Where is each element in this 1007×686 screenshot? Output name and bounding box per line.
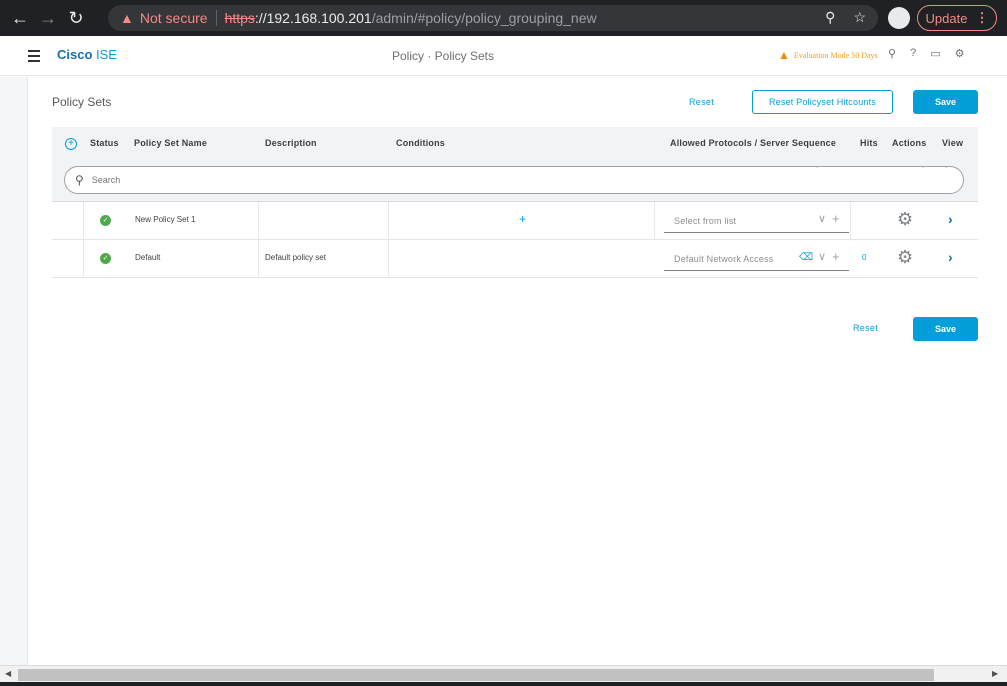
- app-header: Cisco ISE Policy · Policy Sets ▲ Evaluat…: [0, 36, 1007, 76]
- cell-divider: [258, 240, 259, 277]
- col-status[interactable]: Status: [90, 138, 119, 148]
- protocol-select[interactable]: Default Network Access ⌫ ∨ +: [664, 247, 849, 271]
- warning-icon: ▲: [120, 10, 134, 26]
- cell-divider: [388, 240, 389, 277]
- evaluation-label: Evaluation Mode 50 Days: [793, 51, 878, 60]
- save-button-top[interactable]: Save: [913, 90, 978, 114]
- section-title: Policy Sets: [52, 95, 112, 109]
- actions-gear-icon[interactable]: ⚙: [897, 248, 913, 266]
- table-row[interactable]: ✓ Default Default policy set Default Net…: [52, 240, 978, 278]
- kebab-menu-icon: ⋮: [975, 10, 989, 25]
- col-conditions[interactable]: Conditions: [396, 138, 445, 148]
- address-separator: [215, 10, 217, 26]
- protocol-select[interactable]: Select from list ∨ +: [664, 209, 849, 233]
- scrollbar-thumb[interactable]: [18, 669, 934, 681]
- add-protocol-icon[interactable]: +: [832, 249, 840, 264]
- url-path: /admin/#policy/policy_grouping_new: [371, 10, 597, 26]
- policy-sets-table: + Status Policy Set Name Description Con…: [52, 127, 978, 278]
- notifications-icon[interactable]: ▭: [930, 47, 940, 60]
- policy-set-description[interactable]: Default policy set: [265, 253, 326, 262]
- add-condition-icon[interactable]: +: [519, 212, 526, 226]
- policy-set-name[interactable]: Default: [135, 253, 160, 262]
- bookmark-star-icon[interactable]: ☆: [853, 9, 866, 26]
- view-chevron-icon[interactable]: ›: [948, 211, 953, 227]
- settings-gear-icon[interactable]: ⚙: [955, 47, 965, 60]
- help-icon[interactable]: ?: [910, 47, 916, 60]
- table-header: + Status Policy Set Name Description Con…: [52, 127, 978, 160]
- save-button-bottom[interactable]: Save: [913, 317, 978, 341]
- cell-divider: [83, 240, 84, 277]
- cell-divider: [654, 202, 655, 239]
- col-name[interactable]: Policy Set Name: [134, 138, 207, 148]
- reset-hitcounts-button[interactable]: Reset Policyset Hitcounts: [752, 90, 893, 114]
- view-chevron-icon[interactable]: ›: [948, 249, 953, 265]
- search-row: ⚲ ˇ ˇ ˇ: [52, 160, 978, 202]
- cell-divider: [850, 202, 851, 239]
- protocol-select-value: Default Network Access: [674, 253, 774, 264]
- col-view: View: [942, 138, 964, 148]
- not-secure-label[interactable]: Not secure: [140, 10, 208, 26]
- clear-selection-icon[interactable]: ⌫: [799, 252, 813, 263]
- address-bar[interactable]: ▲ Not secure https://192.168.100.201/adm…: [108, 5, 878, 31]
- cell-divider: [388, 202, 389, 239]
- window-bottom-edge: [0, 682, 1007, 686]
- evaluation-notice[interactable]: ▲ Evaluation Mode 50 Days: [778, 48, 878, 63]
- cell-divider: [258, 202, 259, 239]
- update-label: Update: [925, 10, 968, 26]
- url-scheme: https: [224, 10, 255, 26]
- chevron-down-icon[interactable]: ∨: [818, 250, 826, 263]
- search-sort-marker: ˇ: [922, 166, 925, 175]
- chevron-down-icon[interactable]: ∨: [818, 212, 826, 225]
- back-arrow-icon[interactable]: ←: [6, 8, 34, 29]
- update-button[interactable]: Update ⋮: [917, 5, 997, 31]
- forward-arrow-icon[interactable]: →: [34, 8, 62, 29]
- policy-set-name[interactable]: New Policy Set 1: [135, 215, 195, 224]
- search-icon[interactable]: ⚲: [888, 47, 896, 60]
- add-policy-set-icon[interactable]: +: [65, 138, 77, 150]
- search-icon: ⚲: [75, 173, 84, 187]
- reload-icon[interactable]: ↻: [62, 8, 90, 29]
- col-description[interactable]: Description: [265, 138, 317, 148]
- reset-link-bottom[interactable]: Reset: [853, 323, 878, 333]
- scroll-right-icon[interactable]: ▶: [992, 669, 998, 678]
- add-protocol-icon[interactable]: +: [832, 211, 840, 226]
- warning-icon: ▲: [778, 48, 790, 62]
- left-rail: [0, 77, 28, 665]
- search-input[interactable]: [91, 175, 812, 185]
- actions-gear-icon[interactable]: ⚙: [897, 210, 913, 228]
- hits-count[interactable]: 0: [862, 253, 866, 262]
- search-field[interactable]: ⚲: [64, 166, 964, 194]
- col-protocols[interactable]: Allowed Protocols / Server Sequence: [670, 138, 836, 148]
- zoom-icon[interactable]: ⚲: [825, 9, 835, 26]
- protocol-select-value: Select from list: [674, 215, 737, 226]
- page-title: Policy · Policy Sets: [391, 49, 495, 63]
- status-enabled-icon[interactable]: ✓: [100, 215, 111, 226]
- col-hits[interactable]: Hits: [860, 138, 878, 148]
- col-actions: Actions: [892, 138, 927, 148]
- search-sort-marker: ˇ: [816, 166, 819, 175]
- scroll-left-icon[interactable]: ◀: [5, 669, 11, 678]
- cell-divider: [83, 202, 84, 239]
- reset-link[interactable]: Reset: [689, 97, 714, 107]
- browser-toolbar: ← → ↻ ▲ Not secure https://192.168.100.2…: [0, 0, 1007, 36]
- search-sort-marker: ˇ: [945, 166, 948, 175]
- table-row[interactable]: ✓ New Policy Set 1 + Select from list ∨ …: [52, 202, 978, 240]
- profile-avatar[interactable]: [888, 7, 910, 29]
- status-enabled-icon[interactable]: ✓: [100, 253, 111, 264]
- url-host: ://192.168.100.201: [254, 10, 372, 26]
